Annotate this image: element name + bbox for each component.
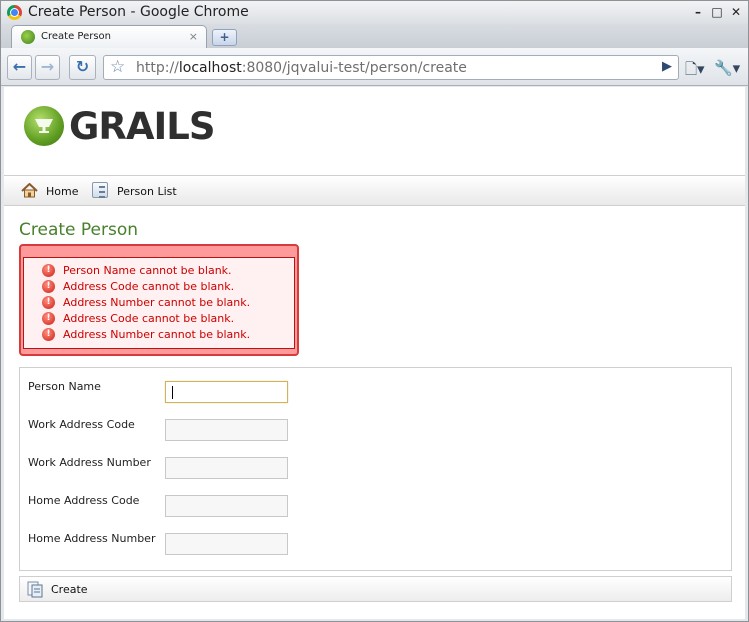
logo-text: GRAILS <box>69 105 215 148</box>
error-list: ! Person Name cannot be blank. ! Address C… <box>23 257 295 349</box>
close-window-icon[interactable]: ✕ <box>729 5 743 19</box>
tab-strip: Create Person × + <box>1 24 748 48</box>
url-text[interactable]: http://localhost:8080/jqvalui-test/perso… <box>136 60 467 76</box>
window-title: Create Person - Google Chrome <box>28 4 249 20</box>
page-content: GRAILS Home Person List Create Person ! P… <box>4 87 745 619</box>
wrench-menu-icon[interactable]: 🔧▾ <box>714 59 740 77</box>
maximize-icon[interactable]: □ <box>710 5 724 19</box>
new-tab-button[interactable]: + <box>212 29 237 46</box>
grails-logo-icon <box>24 106 64 146</box>
tab-close-icon[interactable]: × <box>189 30 198 43</box>
tab-create-person[interactable]: Create Person × <box>11 25 207 48</box>
create-button-label: Create <box>51 583 88 596</box>
error-item: ! Address Number cannot be blank. <box>42 326 294 342</box>
reload-button[interactable]: ↻ <box>69 55 96 80</box>
nav-person-list-link[interactable]: Person List <box>117 185 177 198</box>
nav-home-link[interactable]: Home <box>46 185 78 198</box>
go-icon[interactable]: ▶ <box>662 59 672 74</box>
person-name-input[interactable] <box>165 381 288 403</box>
error-icon: ! <box>42 327 55 341</box>
browser-window: Create Person - Google Chrome – □ ✕ Crea… <box>0 0 749 622</box>
person-list-icon <box>92 182 108 198</box>
work-address-number-label: Work Address Number <box>28 456 151 469</box>
back-button[interactable]: ← <box>7 55 32 80</box>
home-address-number-label: Home Address Number <box>28 532 156 545</box>
error-item: ! Person Name cannot be blank. <box>42 262 294 278</box>
home-icon <box>21 183 38 198</box>
home-address-code-input[interactable] <box>165 495 288 517</box>
error-icon: ! <box>42 295 55 309</box>
home-address-code-label: Home Address Code <box>28 494 140 507</box>
nav-bar: Home Person List <box>4 175 745 206</box>
forward-button[interactable]: → <box>35 55 60 80</box>
create-icon <box>27 581 43 598</box>
button-bar: Create <box>19 576 732 602</box>
work-address-code-input[interactable] <box>165 419 288 441</box>
address-bar[interactable]: ☆ http://localhost:8080/jqvalui-test/per… <box>103 55 679 80</box>
error-item: ! Address Code cannot be blank. <box>42 310 294 326</box>
page-title: Create Person <box>19 220 139 240</box>
error-icon: ! <box>42 279 55 293</box>
create-button[interactable]: Create <box>20 577 100 601</box>
title-bar: Create Person - Google Chrome – □ ✕ <box>1 1 748 24</box>
grails-logo[interactable]: GRAILS <box>24 105 215 149</box>
work-address-code-label: Work Address Code <box>28 418 135 431</box>
bookmark-star-icon[interactable]: ☆ <box>110 57 125 77</box>
person-name-label: Person Name <box>28 380 101 393</box>
browser-toolbar: ← → ↻ ☆ http://localhost:8080/jqvalui-te… <box>1 48 748 86</box>
page-menu-icon[interactable]: 🗋▾ <box>685 59 705 84</box>
error-item: ! Address Number cannot be blank. <box>42 294 294 310</box>
person-form: Person Name Work Address Code Work Addre… <box>19 367 732 571</box>
error-icon: ! <box>42 311 55 325</box>
minimize-icon[interactable]: – <box>691 5 705 19</box>
error-box: ! Person Name cannot be blank. ! Address C… <box>19 244 299 356</box>
tab-label: Create Person <box>41 31 112 42</box>
chrome-icon <box>7 5 22 20</box>
work-address-number-input[interactable] <box>165 457 288 479</box>
grails-favicon-icon <box>21 30 35 44</box>
text-cursor <box>172 386 173 399</box>
home-address-number-input[interactable] <box>165 533 288 555</box>
error-item: ! Address Code cannot be blank. <box>42 278 294 294</box>
error-icon: ! <box>42 263 55 277</box>
